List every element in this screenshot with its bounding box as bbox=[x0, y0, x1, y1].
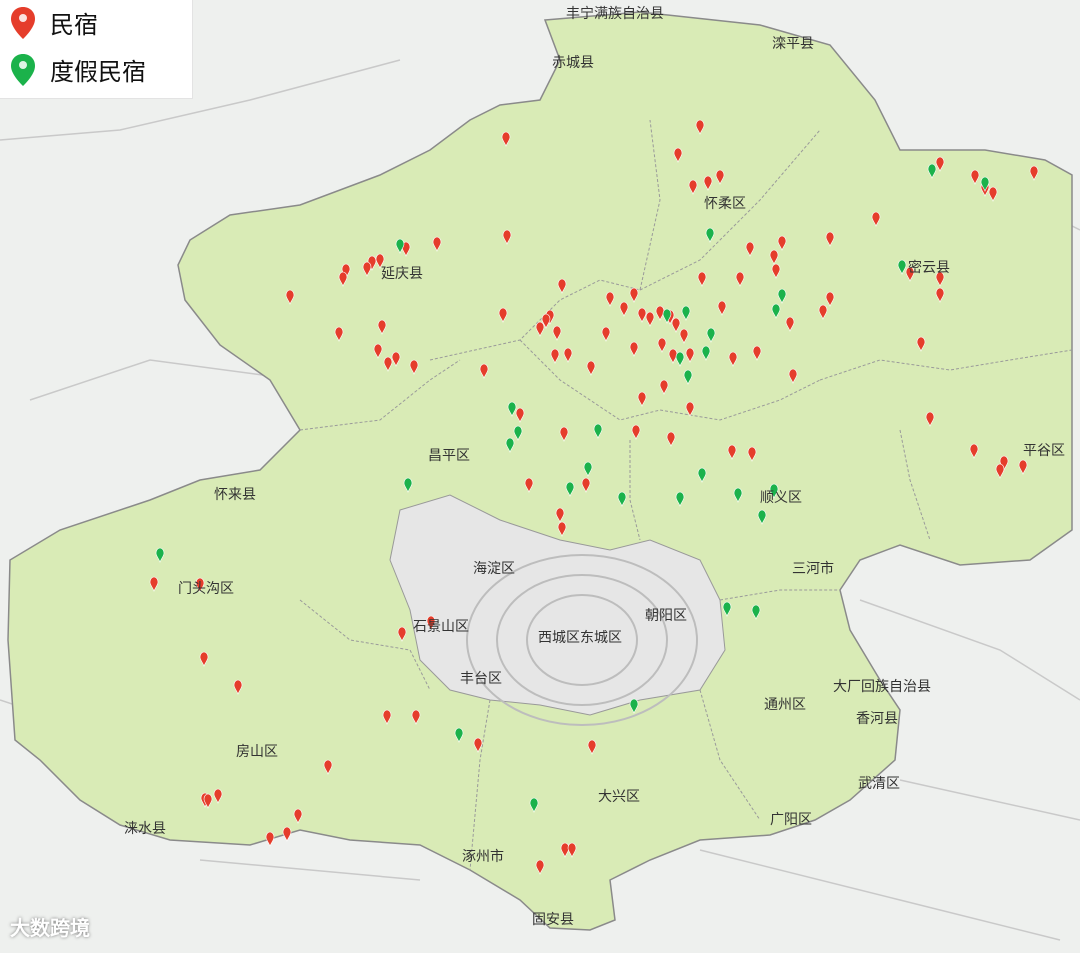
label-tongzhou: 通州区 bbox=[764, 694, 806, 714]
red-map-pin-icon[interactable] bbox=[266, 832, 274, 846]
label-shunyi: 顺义区 bbox=[760, 487, 802, 507]
label-huairou: 怀柔区 bbox=[704, 193, 746, 213]
watermark-text: 大数跨境 bbox=[10, 916, 90, 940]
label-fengning: 丰宁满族自治县 bbox=[566, 3, 664, 23]
red-map-pin-icon bbox=[10, 6, 36, 40]
label-laishui: 涞水县 bbox=[124, 818, 166, 838]
label-guangyang: 广阳区 bbox=[770, 809, 812, 829]
legend-label-resort-minsu: 度假民宿 bbox=[50, 52, 146, 87]
label-zhuozhou: 涿州市 bbox=[462, 846, 504, 866]
label-miyun: 密云县 bbox=[908, 257, 950, 277]
label-huailai: 怀来县 bbox=[214, 484, 256, 504]
legend-label-minsu: 民宿 bbox=[50, 5, 98, 40]
label-changping: 昌平区 bbox=[428, 445, 470, 465]
legend-item-resort-minsu: 度假民宿 bbox=[10, 52, 146, 87]
label-gu-an: 固安县 bbox=[532, 909, 574, 929]
label-dachang: 大厂回族自治县 bbox=[833, 676, 931, 696]
green-map-pin-icon bbox=[10, 53, 36, 87]
label-daxing: 大兴区 bbox=[598, 786, 640, 806]
map-area[interactable] bbox=[0, 0, 1080, 949]
label-wuqing: 武清区 bbox=[858, 773, 900, 793]
label-chicheng: 赤城县 bbox=[552, 52, 594, 72]
label-shijingshan: 石景山区 bbox=[413, 616, 469, 636]
label-luanping: 滦平县 bbox=[772, 33, 814, 53]
label-mentougou: 门头沟区 bbox=[178, 578, 234, 598]
label-chaoyang: 朝阳区 bbox=[645, 605, 687, 625]
label-fengtai: 丰台区 bbox=[460, 668, 502, 688]
label-sanhe: 三河市 bbox=[792, 558, 834, 578]
label-xicheng-dongcheng: 西城区东城区 bbox=[538, 627, 622, 647]
map-legend: 民宿 度假民宿 bbox=[0, 0, 193, 99]
label-yanqing: 延庆县 bbox=[381, 263, 423, 283]
map-canvas[interactable] bbox=[0, 0, 1080, 949]
label-haidian: 海淀区 bbox=[473, 558, 515, 578]
label-xianghe: 香河县 bbox=[856, 708, 898, 728]
legend-item-minsu: 民宿 bbox=[10, 5, 98, 40]
beijing-region bbox=[8, 12, 1072, 930]
label-pinggu: 平谷区 bbox=[1023, 440, 1065, 460]
red-map-pin-icon[interactable] bbox=[283, 827, 291, 841]
watermark-logo: 大数跨境 bbox=[10, 912, 90, 941]
label-fangshan: 房山区 bbox=[236, 741, 278, 761]
